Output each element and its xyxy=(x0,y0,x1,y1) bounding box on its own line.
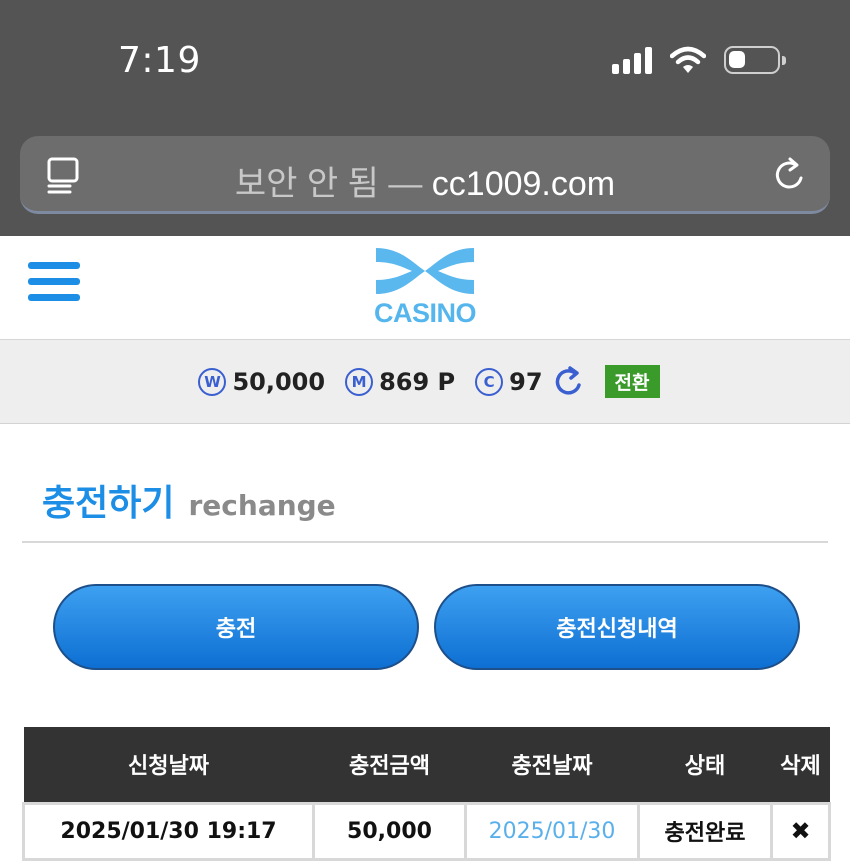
coin-balance: C 97 xyxy=(475,367,543,396)
won-icon: W xyxy=(198,367,227,396)
page-title-korean: 충전하기 xyxy=(42,483,175,524)
signal-icon xyxy=(612,46,652,74)
convert-button[interactable]: 전환 xyxy=(604,365,660,398)
header-amount: 충전금액 xyxy=(313,727,466,803)
charge-history-button[interactable]: 충전신청내역 xyxy=(434,584,800,670)
casino-logo[interactable]: CASINO xyxy=(362,240,488,332)
header-request-date: 신청날짜 xyxy=(23,727,314,803)
status-time: 7:19 xyxy=(118,40,201,81)
url-separator: — xyxy=(388,165,423,203)
header-status: 상태 xyxy=(638,727,772,803)
mileage-icon: M xyxy=(345,367,374,396)
mileage-balance: M 869 P xyxy=(345,367,456,396)
wifi-icon xyxy=(670,46,706,73)
refresh-icon[interactable] xyxy=(553,365,585,398)
site-header: CASINO xyxy=(0,236,850,340)
address-bar[interactable]: 보안 안 됨 — cc1009.com xyxy=(20,136,830,214)
balance-bar: W 50,000 M 869 P C 97 전환 xyxy=(0,340,850,424)
status-cell: 충전완료 xyxy=(637,801,773,861)
logo-text: CASINO xyxy=(373,298,477,328)
header-charge-date: 충전날짜 xyxy=(465,727,639,803)
header-delete: 삭제 xyxy=(771,727,830,803)
charge-date-cell: 2025/01/30 xyxy=(464,801,640,861)
browser-chrome: 7:19 보안 안 됨 — cc1009.com xyxy=(0,0,850,236)
table-header-row: 신청날짜 충전금액 충전날짜 상태 삭제 xyxy=(23,727,830,803)
request-date-cell: 2025/01/30 19:17 xyxy=(22,801,315,861)
menu-icon[interactable] xyxy=(28,262,80,308)
logo-mark-icon xyxy=(376,248,474,294)
charge-button[interactable]: 충전 xyxy=(53,584,419,670)
insecure-label: 보안 안 됨 xyxy=(234,165,379,203)
delete-icon[interactable]: ✖ xyxy=(770,801,831,861)
coin-icon: C xyxy=(475,367,504,396)
page-title: 충전하기 rechange xyxy=(42,474,336,526)
battery-icon xyxy=(724,46,786,74)
status-icons xyxy=(612,46,786,74)
table-row: 2025/01/30 19:17 50,000 2025/01/30 충전완료 … xyxy=(22,801,831,861)
url-domain: cc1009.com xyxy=(431,165,616,203)
mileage-value: 869 P xyxy=(379,367,456,396)
page-title-english: rechange xyxy=(188,489,336,522)
amount-cell: 50,000 xyxy=(312,801,467,861)
title-divider xyxy=(22,541,828,543)
url-text[interactable]: 보안 안 됨 — cc1009.com xyxy=(20,156,830,205)
coin-value: 97 xyxy=(509,367,543,396)
won-balance: W 50,000 xyxy=(198,367,326,396)
charge-history-table: 신청날짜 충전금액 충전날짜 상태 삭제 2025/01/30 19:17 50… xyxy=(22,727,831,861)
won-value: 50,000 xyxy=(232,367,326,396)
reload-icon[interactable] xyxy=(772,156,808,194)
